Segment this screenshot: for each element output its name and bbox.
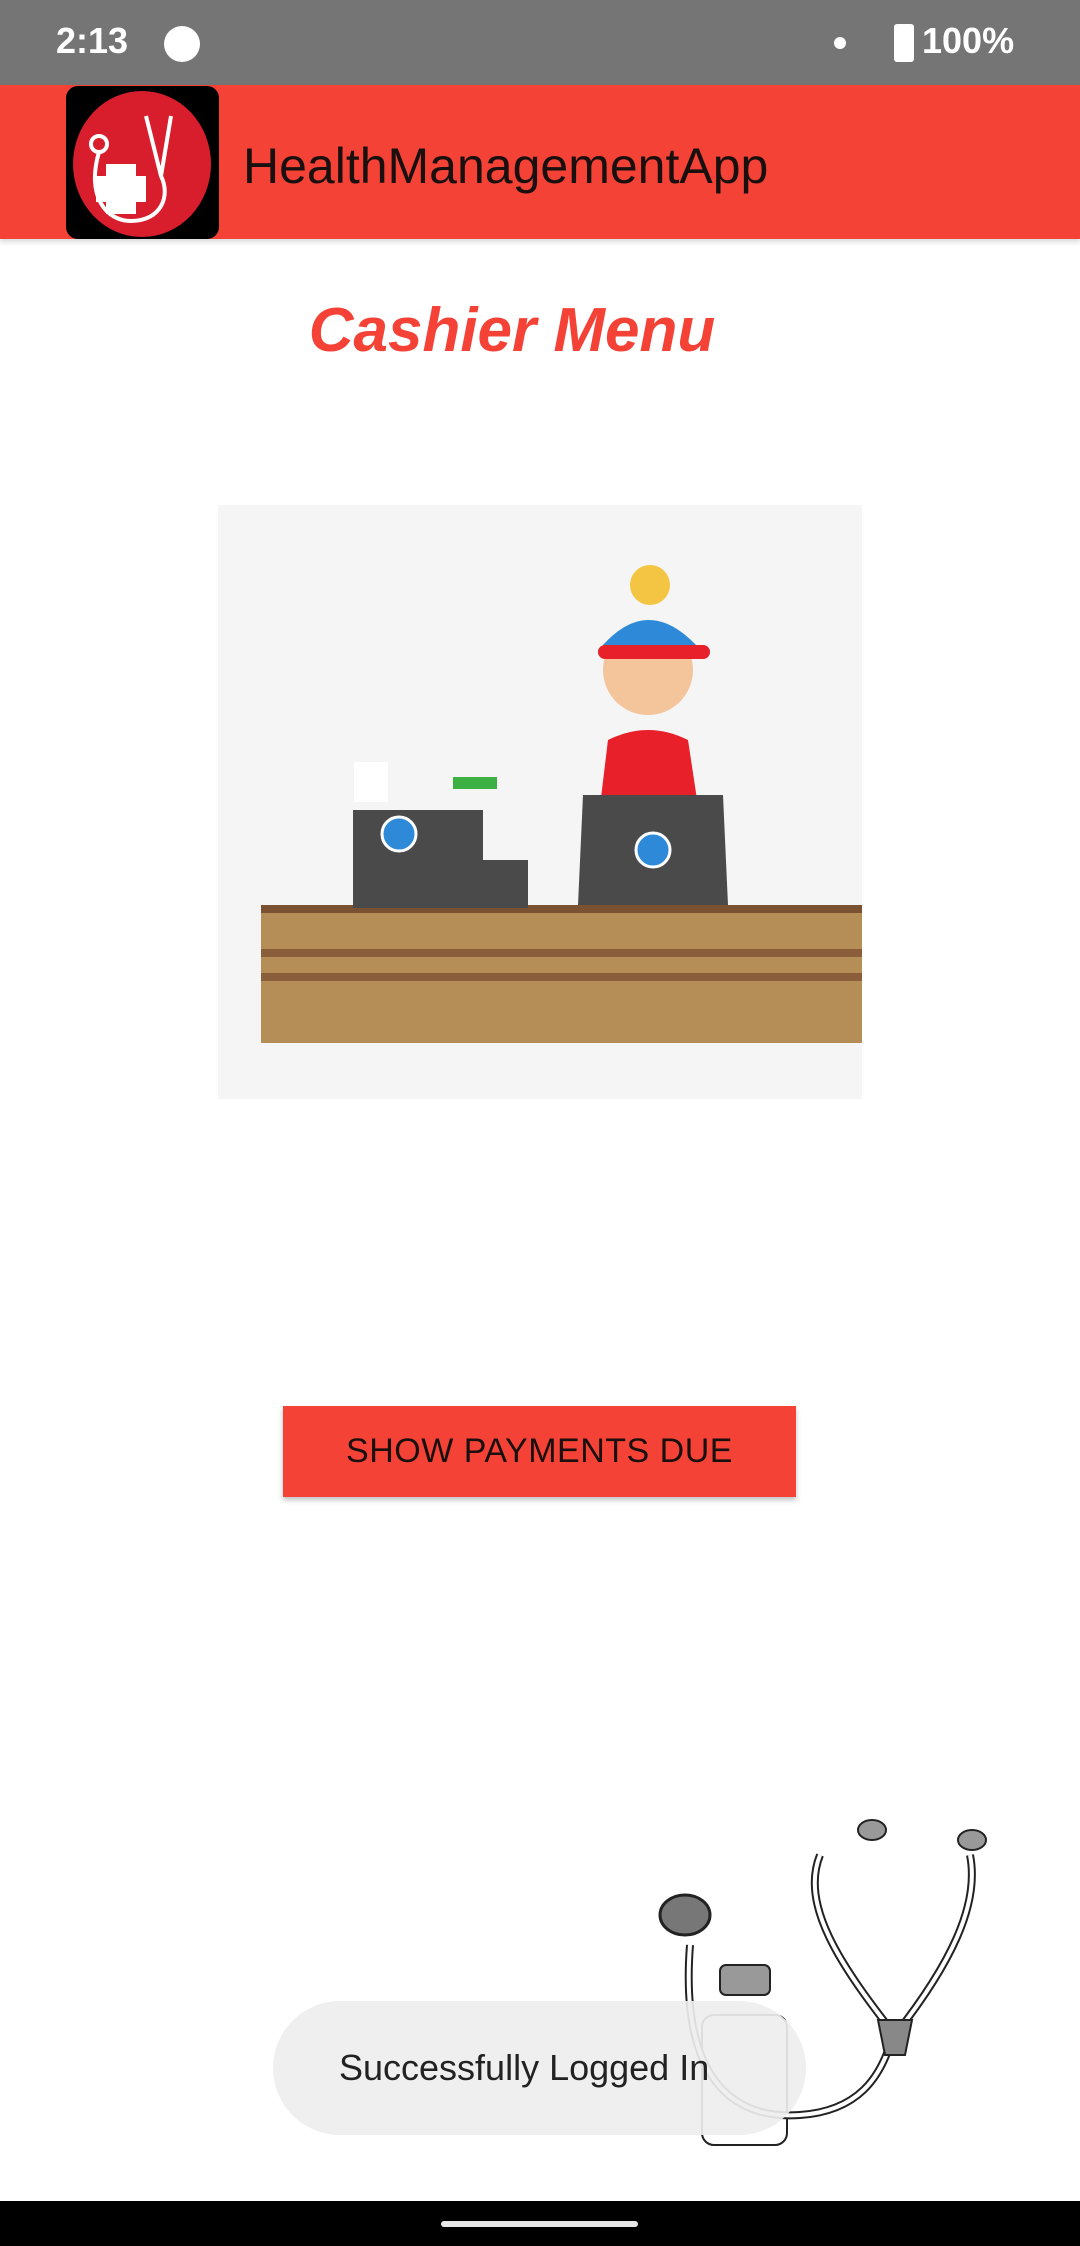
navigation-bar	[0, 2201, 1080, 2246]
status-time: 2:13	[56, 20, 129, 61]
battery-percentage: 100%	[922, 20, 1015, 61]
app-title: HealthManagementApp	[243, 138, 769, 194]
page-title: Cashier Menu	[308, 296, 716, 365]
status-bar: 2:13 100%	[0, 0, 1080, 85]
notification-icon	[164, 26, 200, 62]
battery-charging-icon	[894, 24, 914, 62]
toast-message: Successfully Logged In	[273, 2001, 806, 2135]
show-payments-due-button[interactable]: SHOW PAYMENTS DUE	[283, 1406, 796, 1497]
cashier-illustration	[218, 505, 862, 1099]
app-logo-icon	[66, 86, 219, 239]
home-gesture-handle[interactable]	[441, 2221, 638, 2227]
app-bar: HealthManagementApp	[0, 85, 1080, 239]
notification-dot-icon	[834, 37, 846, 49]
